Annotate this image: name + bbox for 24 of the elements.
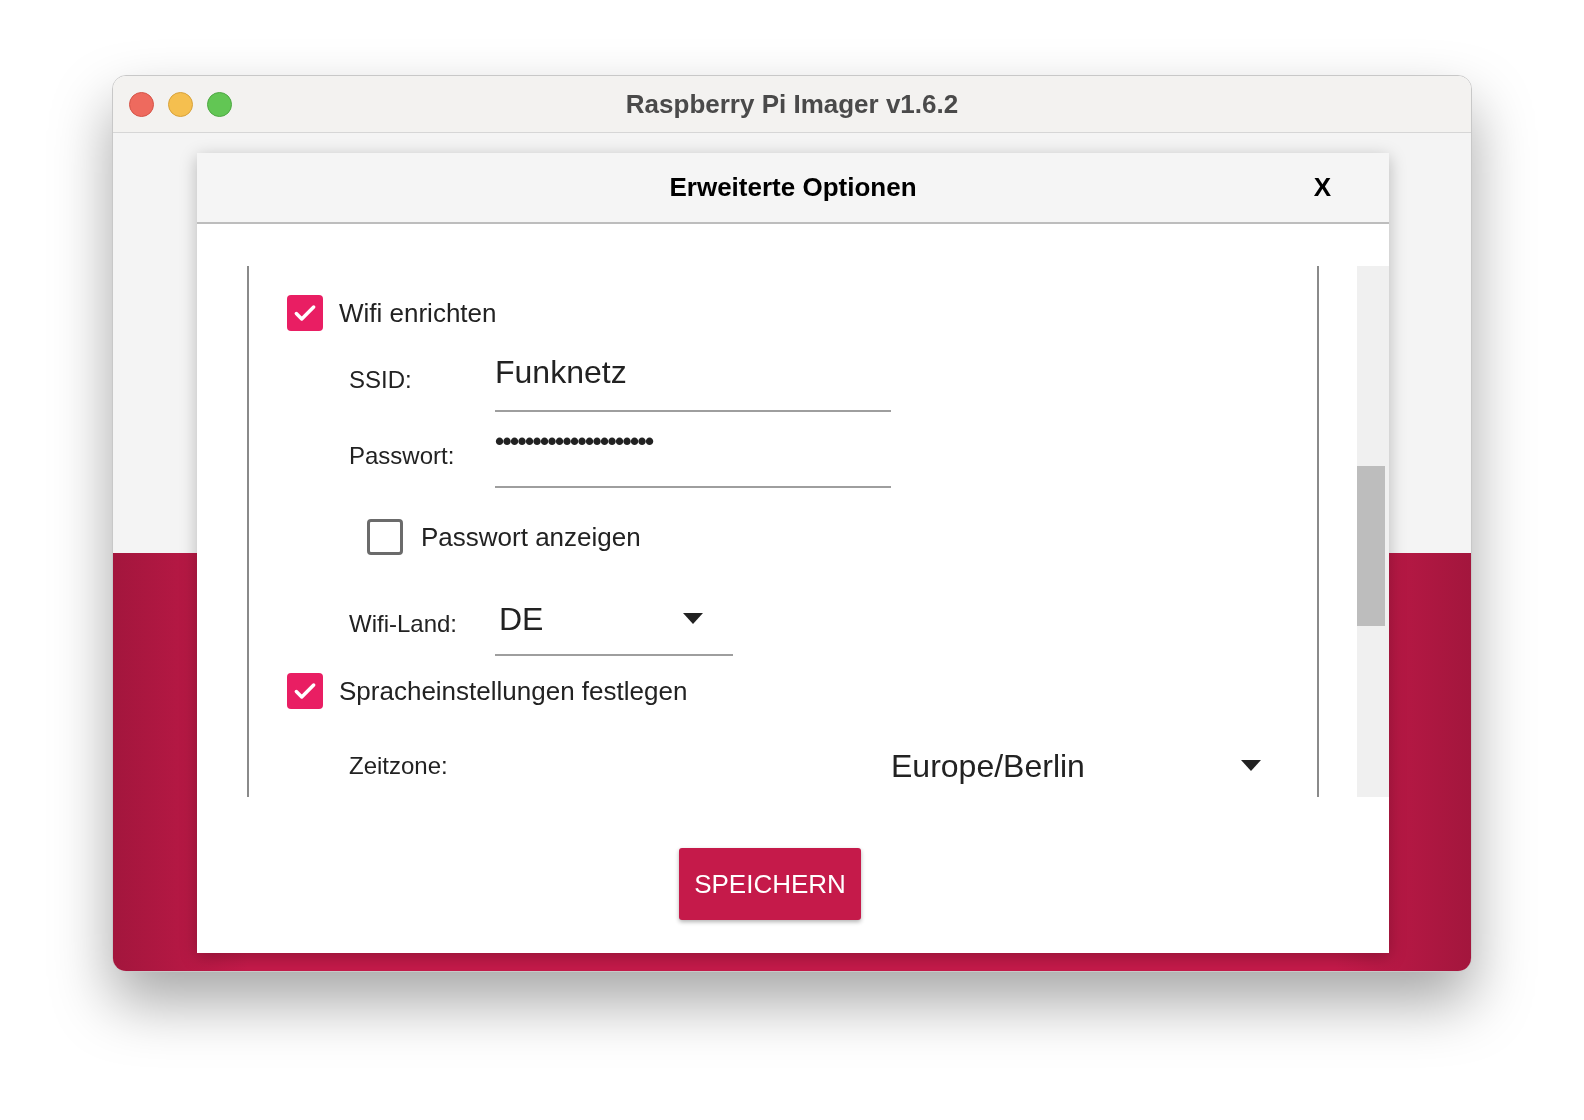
password-field[interactable]: •••••••••••••••••••••	[495, 422, 891, 488]
dropdown-arrow-icon	[683, 613, 703, 625]
field-label: Wifi-Land:	[349, 609, 459, 639]
checkbox[interactable]	[287, 673, 323, 709]
checkbox-label: Wifi enrichten	[339, 296, 497, 330]
ssid-field[interactable]: Funknetz	[495, 346, 891, 412]
field-label: SSID:	[349, 365, 413, 395]
field-label: Passwort:	[349, 441, 456, 471]
checkbox[interactable]	[367, 519, 403, 555]
close-button[interactable]: X	[1313, 168, 1331, 207]
close-window-button[interactable]	[129, 91, 154, 117]
checkbox-label: Spracheinstellungen festlegen	[339, 674, 688, 708]
dialog-title: Erweiterte Optionen	[669, 171, 917, 204]
zoom-window-button[interactable]	[207, 91, 232, 117]
minimize-window-button[interactable]	[168, 91, 193, 117]
dropdown-arrow-icon	[1241, 760, 1261, 772]
field-label: Zeitzone:	[349, 751, 449, 781]
checkbox-label: Passwort anzeigen	[421, 520, 641, 554]
checkbox[interactable]	[287, 295, 323, 331]
save-button[interactable]: SPEICHERN	[679, 848, 861, 920]
scrollbar-thumb[interactable]	[1357, 466, 1385, 626]
window-title: Raspberry Pi Imager v1.6.2	[625, 87, 959, 121]
dropdown[interactable]: DE	[495, 584, 733, 656]
dropdown[interactable]: Europe/Berlin	[891, 736, 1271, 796]
